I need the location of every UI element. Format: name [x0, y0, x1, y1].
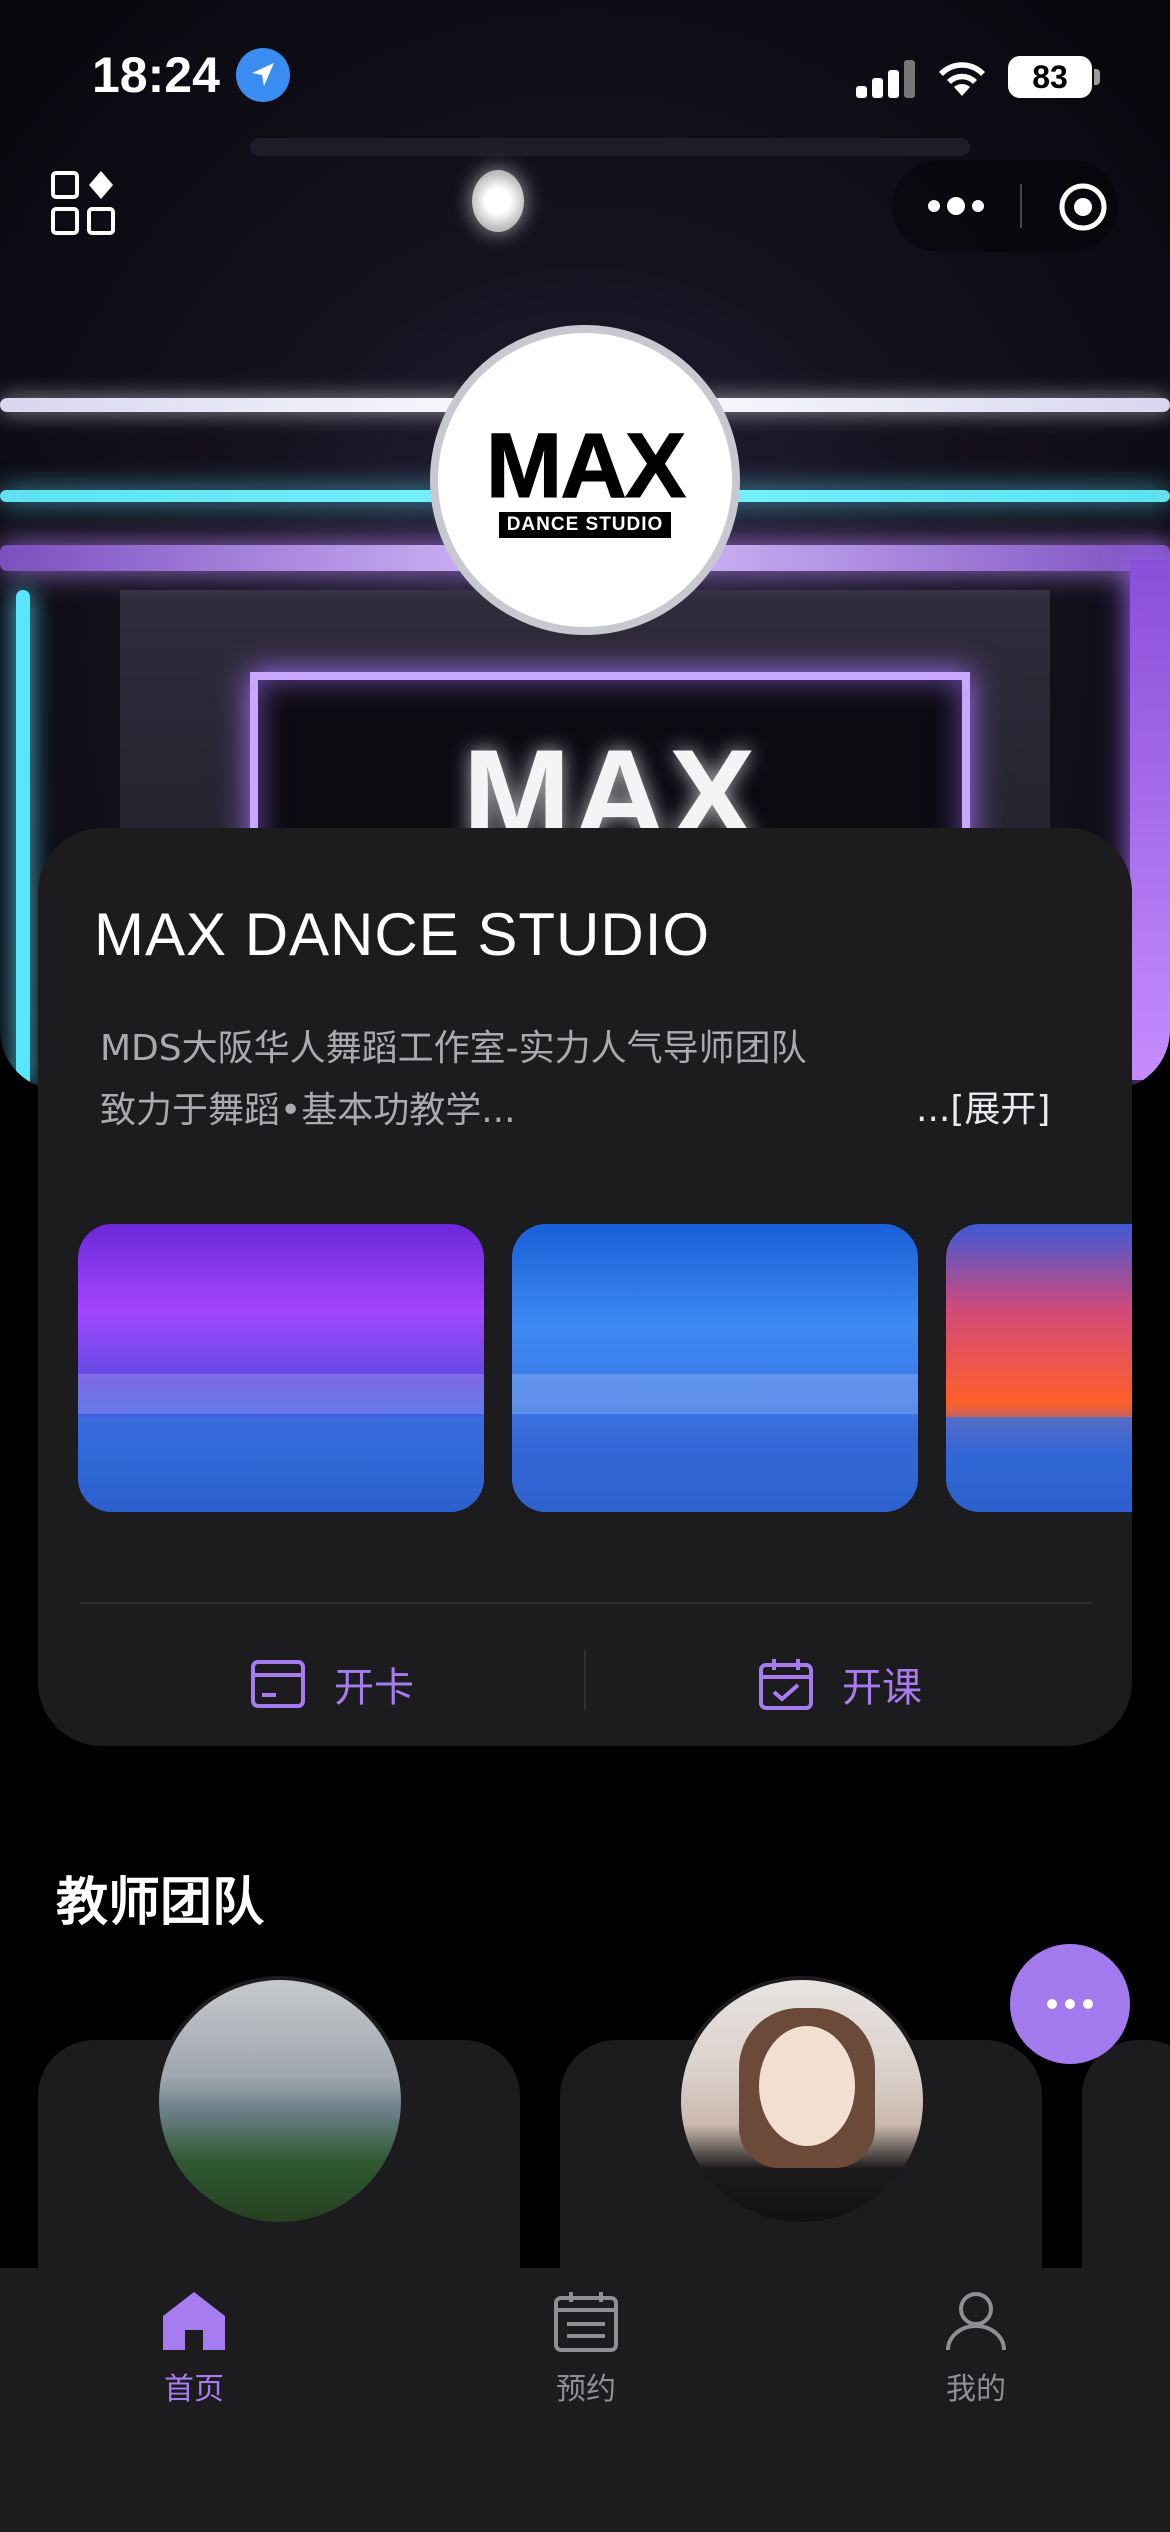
studio-name: MAX DANCE STUDIO — [94, 901, 711, 968]
neon-right — [1130, 560, 1170, 1080]
studio-photo-carousel[interactable] — [78, 1224, 1132, 1514]
tab-mine-label: 我的 — [946, 2372, 1006, 2407]
home-icon — [163, 2292, 225, 2350]
tab-booking[interactable]: 预约 — [486, 2290, 686, 2408]
battery-level: 83 — [1008, 56, 1092, 98]
tab-home-label: 首页 — [164, 2372, 224, 2407]
ellipsis-icon — [1047, 1999, 1093, 2009]
open-class-label: 开课 — [842, 1665, 922, 1711]
apps-grid-icon[interactable] — [50, 170, 116, 236]
description-line-1: MDS大阪华人舞蹈工作室-实力人气导师团队 — [100, 1028, 807, 1069]
more-dots-icon[interactable] — [928, 196, 988, 220]
bottom-tab-bar: 首页 预约 我的 — [0, 2268, 1170, 2532]
more-actions-button[interactable] — [1010, 1944, 1130, 2064]
card-icon — [251, 1660, 305, 1708]
mini-program-capsule — [892, 160, 1118, 252]
cellular-signal-icon — [856, 58, 916, 98]
teachers-section-title: 教师团队 — [56, 1873, 265, 1933]
neon-left — [16, 590, 30, 1090]
calendar-check-icon — [759, 1659, 813, 1710]
tab-home[interactable]: 首页 — [94, 2290, 294, 2408]
open-class-button[interactable]: 开课 — [758, 1644, 922, 1724]
battery-tip — [1094, 69, 1100, 85]
teacher-avatar[interactable] — [677, 1976, 927, 2226]
studio-logo: MAX DANCE STUDIO — [430, 325, 740, 635]
studio-photo[interactable] — [512, 1224, 918, 1512]
calendar-icon — [554, 2292, 618, 2352]
open-card-label: 开卡 — [334, 1665, 414, 1711]
spotlight — [472, 170, 524, 232]
tab-mine[interactable]: 我的 — [876, 2290, 1076, 2408]
action-separator — [584, 1650, 586, 1710]
status-time: 18:24 — [92, 47, 220, 103]
expand-link[interactable]: ...[展开] — [916, 1080, 1050, 1132]
tab-booking-label: 预约 — [556, 2372, 616, 2407]
studio-photo[interactable] — [946, 1224, 1132, 1512]
capsule-divider — [1020, 184, 1022, 228]
studio-info-card: MAX DANCE STUDIO MDS大阪华人舞蹈工作室-实力人气导师团队 致… — [38, 828, 1132, 1746]
status-bar: 18:24 83 — [0, 0, 1170, 150]
studio-photo[interactable] — [78, 1224, 484, 1512]
card-divider — [80, 1602, 1092, 1604]
logo-text: MAX — [485, 415, 686, 517]
wifi-icon — [936, 56, 988, 102]
close-target-icon[interactable] — [1058, 182, 1108, 236]
location-arrow-icon — [236, 48, 290, 102]
open-card-button[interactable]: 开卡 — [250, 1644, 414, 1724]
user-icon — [946, 2292, 1006, 2351]
logo-subtext: DANCE STUDIO — [498, 512, 672, 538]
teacher-avatar[interactable] — [155, 1976, 405, 2226]
